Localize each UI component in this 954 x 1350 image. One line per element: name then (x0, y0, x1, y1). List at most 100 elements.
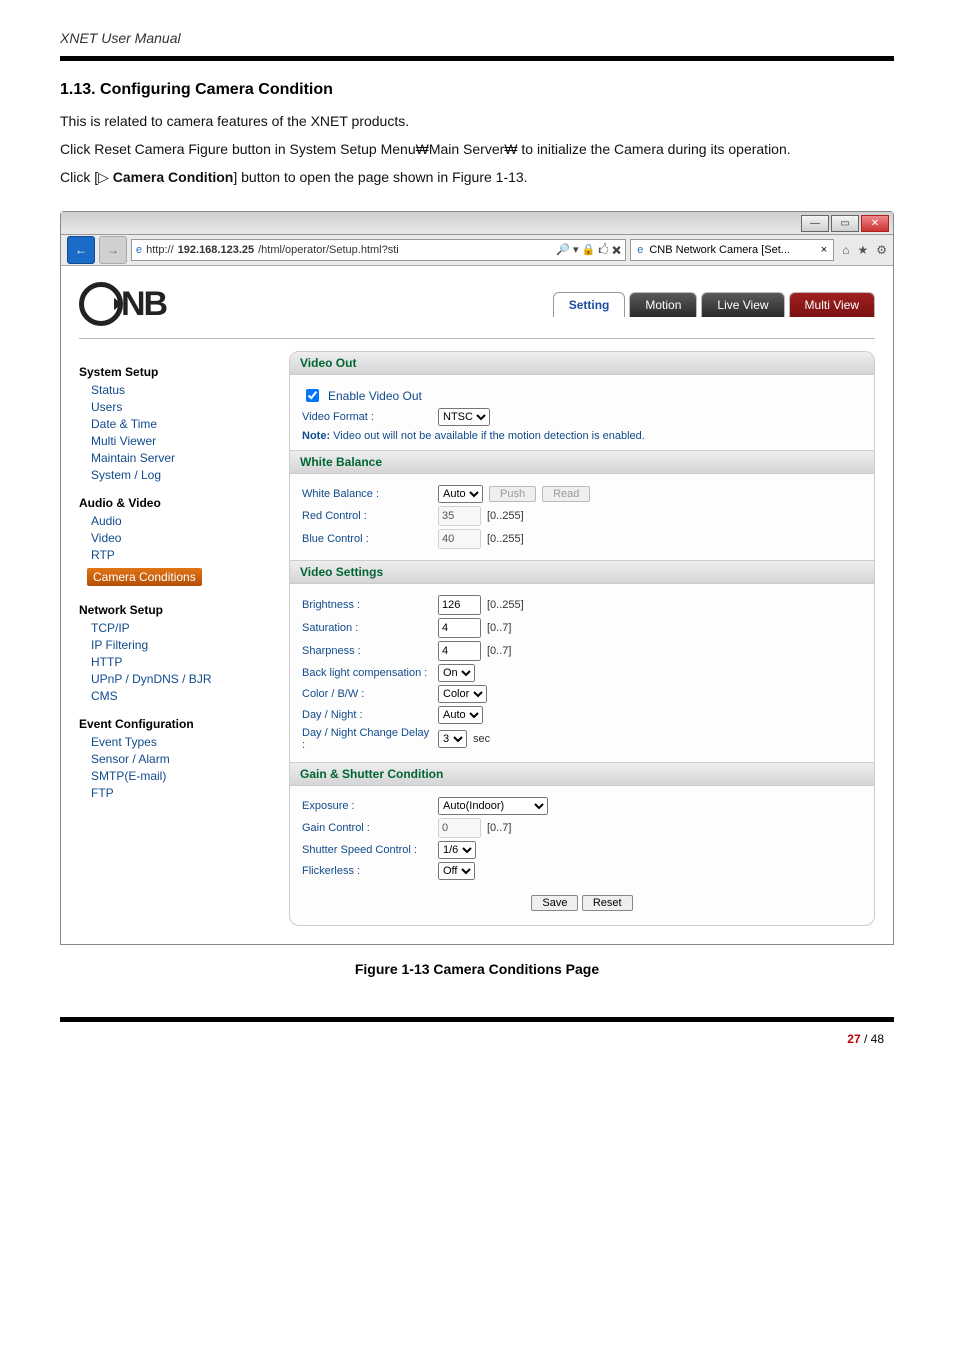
page-total: 48 (871, 1032, 884, 1046)
para-3: Click [▷ Camera Condition] button to ope… (60, 163, 894, 191)
gain-control-input[interactable] (438, 818, 481, 838)
color-bw-select[interactable]: Color (438, 685, 487, 703)
sidebar-group-network: Network Setup (79, 603, 259, 617)
sidebar-item-date-time[interactable]: Date & Time (91, 417, 259, 431)
sidebar-item-video[interactable]: Video (91, 531, 259, 545)
ie-icon: e (136, 244, 142, 256)
tools-icon[interactable]: ⚙ (876, 243, 887, 257)
sidebar-item-tcpip[interactable]: TCP/IP (91, 621, 259, 635)
browser-tab[interactable]: e CNB Network Camera [Set... × (630, 239, 834, 261)
sidebar-item-multi-viewer[interactable]: Multi Viewer (91, 434, 259, 448)
reset-button[interactable]: Reset (582, 895, 633, 911)
sidebar-item-event-types[interactable]: Event Types (91, 735, 259, 749)
sidebar-item-maintain-server[interactable]: Maintain Server (91, 451, 259, 465)
url-controls[interactable]: 🔎 ▾ 🔒 🖒 ✖ (556, 241, 621, 260)
address-bar: ← → e http://192.168.123.25/html/operato… (61, 235, 893, 266)
sharpness-label: Sharpness : (302, 645, 432, 657)
flickerless-select[interactable]: Off (438, 862, 475, 880)
gain-control-label: Gain Control : (302, 822, 432, 834)
cnb-logo: NB (79, 282, 166, 326)
enable-video-out-checkbox[interactable] (306, 389, 319, 402)
dn-delay-select[interactable]: 3 (438, 730, 467, 748)
window-minimize[interactable]: — (801, 215, 829, 232)
page-sep: / (861, 1032, 871, 1046)
para3-bold: Camera Condition (113, 169, 234, 185)
wb-push-button[interactable]: Push (489, 486, 536, 502)
shutter-speed-select[interactable]: 1/6 (438, 841, 476, 859)
sidebar-item-rtp[interactable]: RTP (91, 548, 259, 562)
sidebar-item-ftp[interactable]: FTP (91, 786, 259, 800)
exposure-label: Exposure : (302, 800, 432, 812)
sidebar: System Setup Status Users Date & Time Mu… (79, 351, 259, 926)
settings-panel: Video Out Enable Video Out Video Format … (289, 351, 875, 926)
brightness-input[interactable] (438, 595, 481, 615)
page-footer: 27 / 48 (60, 1032, 894, 1046)
tab-multi-view[interactable]: Multi View (789, 292, 875, 317)
day-night-select[interactable]: Auto (438, 706, 483, 724)
doc-header: XNET User Manual (60, 30, 894, 52)
sidebar-group-audio-video: Audio & Video (79, 496, 259, 510)
saturation-input[interactable] (438, 618, 481, 638)
sidebar-item-cms[interactable]: CMS (91, 689, 259, 703)
tab-close-icon[interactable]: × (821, 244, 827, 256)
home-icon[interactable]: ⌂ (842, 243, 849, 257)
sidebar-item-audio[interactable]: Audio (91, 514, 259, 528)
window-close[interactable]: ✕ (861, 215, 889, 232)
url-prefix: http:// (146, 244, 174, 256)
section-head-white-balance: White Balance (290, 450, 874, 474)
sidebar-group-system: System Setup (79, 365, 259, 379)
red-control-input[interactable] (438, 506, 481, 526)
divider-bottom (60, 1017, 894, 1022)
sidebar-item-upnp[interactable]: UPnP / DynDNS / BJR (91, 672, 259, 686)
sidebar-item-status[interactable]: Status (91, 383, 259, 397)
window-maximize[interactable]: ▭ (831, 215, 859, 232)
browser-window: — ▭ ✕ ← → e http://192.168.123.25/html/o… (60, 211, 894, 945)
flickerless-label: Flickerless : (302, 865, 432, 877)
brightness-range: [0..255] (487, 599, 524, 611)
tab-motion[interactable]: Motion (629, 292, 697, 317)
sidebar-item-smtp[interactable]: SMTP(E-mail) (91, 769, 259, 783)
sharpness-input[interactable] (438, 641, 481, 661)
wb-read-button[interactable]: Read (542, 486, 590, 502)
figure-caption: Figure 1-13 Camera Conditions Page (60, 961, 894, 977)
blue-control-input[interactable] (438, 529, 481, 549)
sidebar-item-users[interactable]: Users (91, 400, 259, 414)
blue-control-range: [0..255] (487, 533, 524, 545)
para-2: Click Reset Camera Figure button in Syst… (60, 135, 894, 163)
backlight-select[interactable]: On (438, 664, 475, 682)
brightness-label: Brightness : (302, 599, 432, 611)
sidebar-item-camera-conditions[interactable]: Camera Conditions (87, 568, 202, 586)
para3-post: ] button to open the page shown in Figur… (233, 169, 527, 185)
url-field[interactable]: e http://192.168.123.25/html/operator/Se… (131, 239, 626, 261)
gain-control-range: [0..7] (487, 822, 511, 834)
sidebar-item-sensor-alarm[interactable]: Sensor / Alarm (91, 752, 259, 766)
save-button[interactable]: Save (531, 895, 578, 911)
section-title: 1.13. Configuring Camera Condition (60, 81, 894, 99)
video-format-select[interactable]: NTSC (438, 408, 490, 426)
red-control-label: Red Control : (302, 510, 432, 522)
color-bw-label: Color / B/W : (302, 688, 432, 700)
nav-back-button[interactable]: ← (67, 236, 95, 264)
wb-select[interactable]: Auto (438, 485, 483, 503)
tab-live-view[interactable]: Live View (701, 292, 784, 317)
sidebar-group-event: Event Configuration (79, 717, 259, 731)
video-out-note: Video out will not be available if the m… (330, 430, 645, 442)
sidebar-item-http[interactable]: HTTP (91, 655, 259, 669)
nav-forward-button[interactable]: → (99, 236, 127, 264)
tab-setting[interactable]: Setting (553, 292, 626, 317)
saturation-label: Saturation : (302, 622, 432, 634)
sharpness-range: [0..7] (487, 645, 511, 657)
exposure-select[interactable]: Auto(Indoor) (438, 797, 548, 815)
divider-top (60, 56, 894, 61)
video-format-label: Video Format : (302, 411, 432, 423)
sidebar-item-ip-filtering[interactable]: IP Filtering (91, 638, 259, 652)
section-head-video-settings: Video Settings (290, 560, 874, 584)
content-divider (79, 338, 875, 339)
tab-ie-icon: e (637, 244, 643, 256)
favorites-icon[interactable]: ★ (857, 243, 868, 257)
wb-label: White Balance : (302, 488, 432, 500)
backlight-label: Back light compensation : (302, 667, 432, 679)
section-head-gain-shutter: Gain & Shutter Condition (290, 762, 874, 786)
day-night-label: Day / Night : (302, 709, 432, 721)
sidebar-item-system-log[interactable]: System / Log (91, 468, 259, 482)
